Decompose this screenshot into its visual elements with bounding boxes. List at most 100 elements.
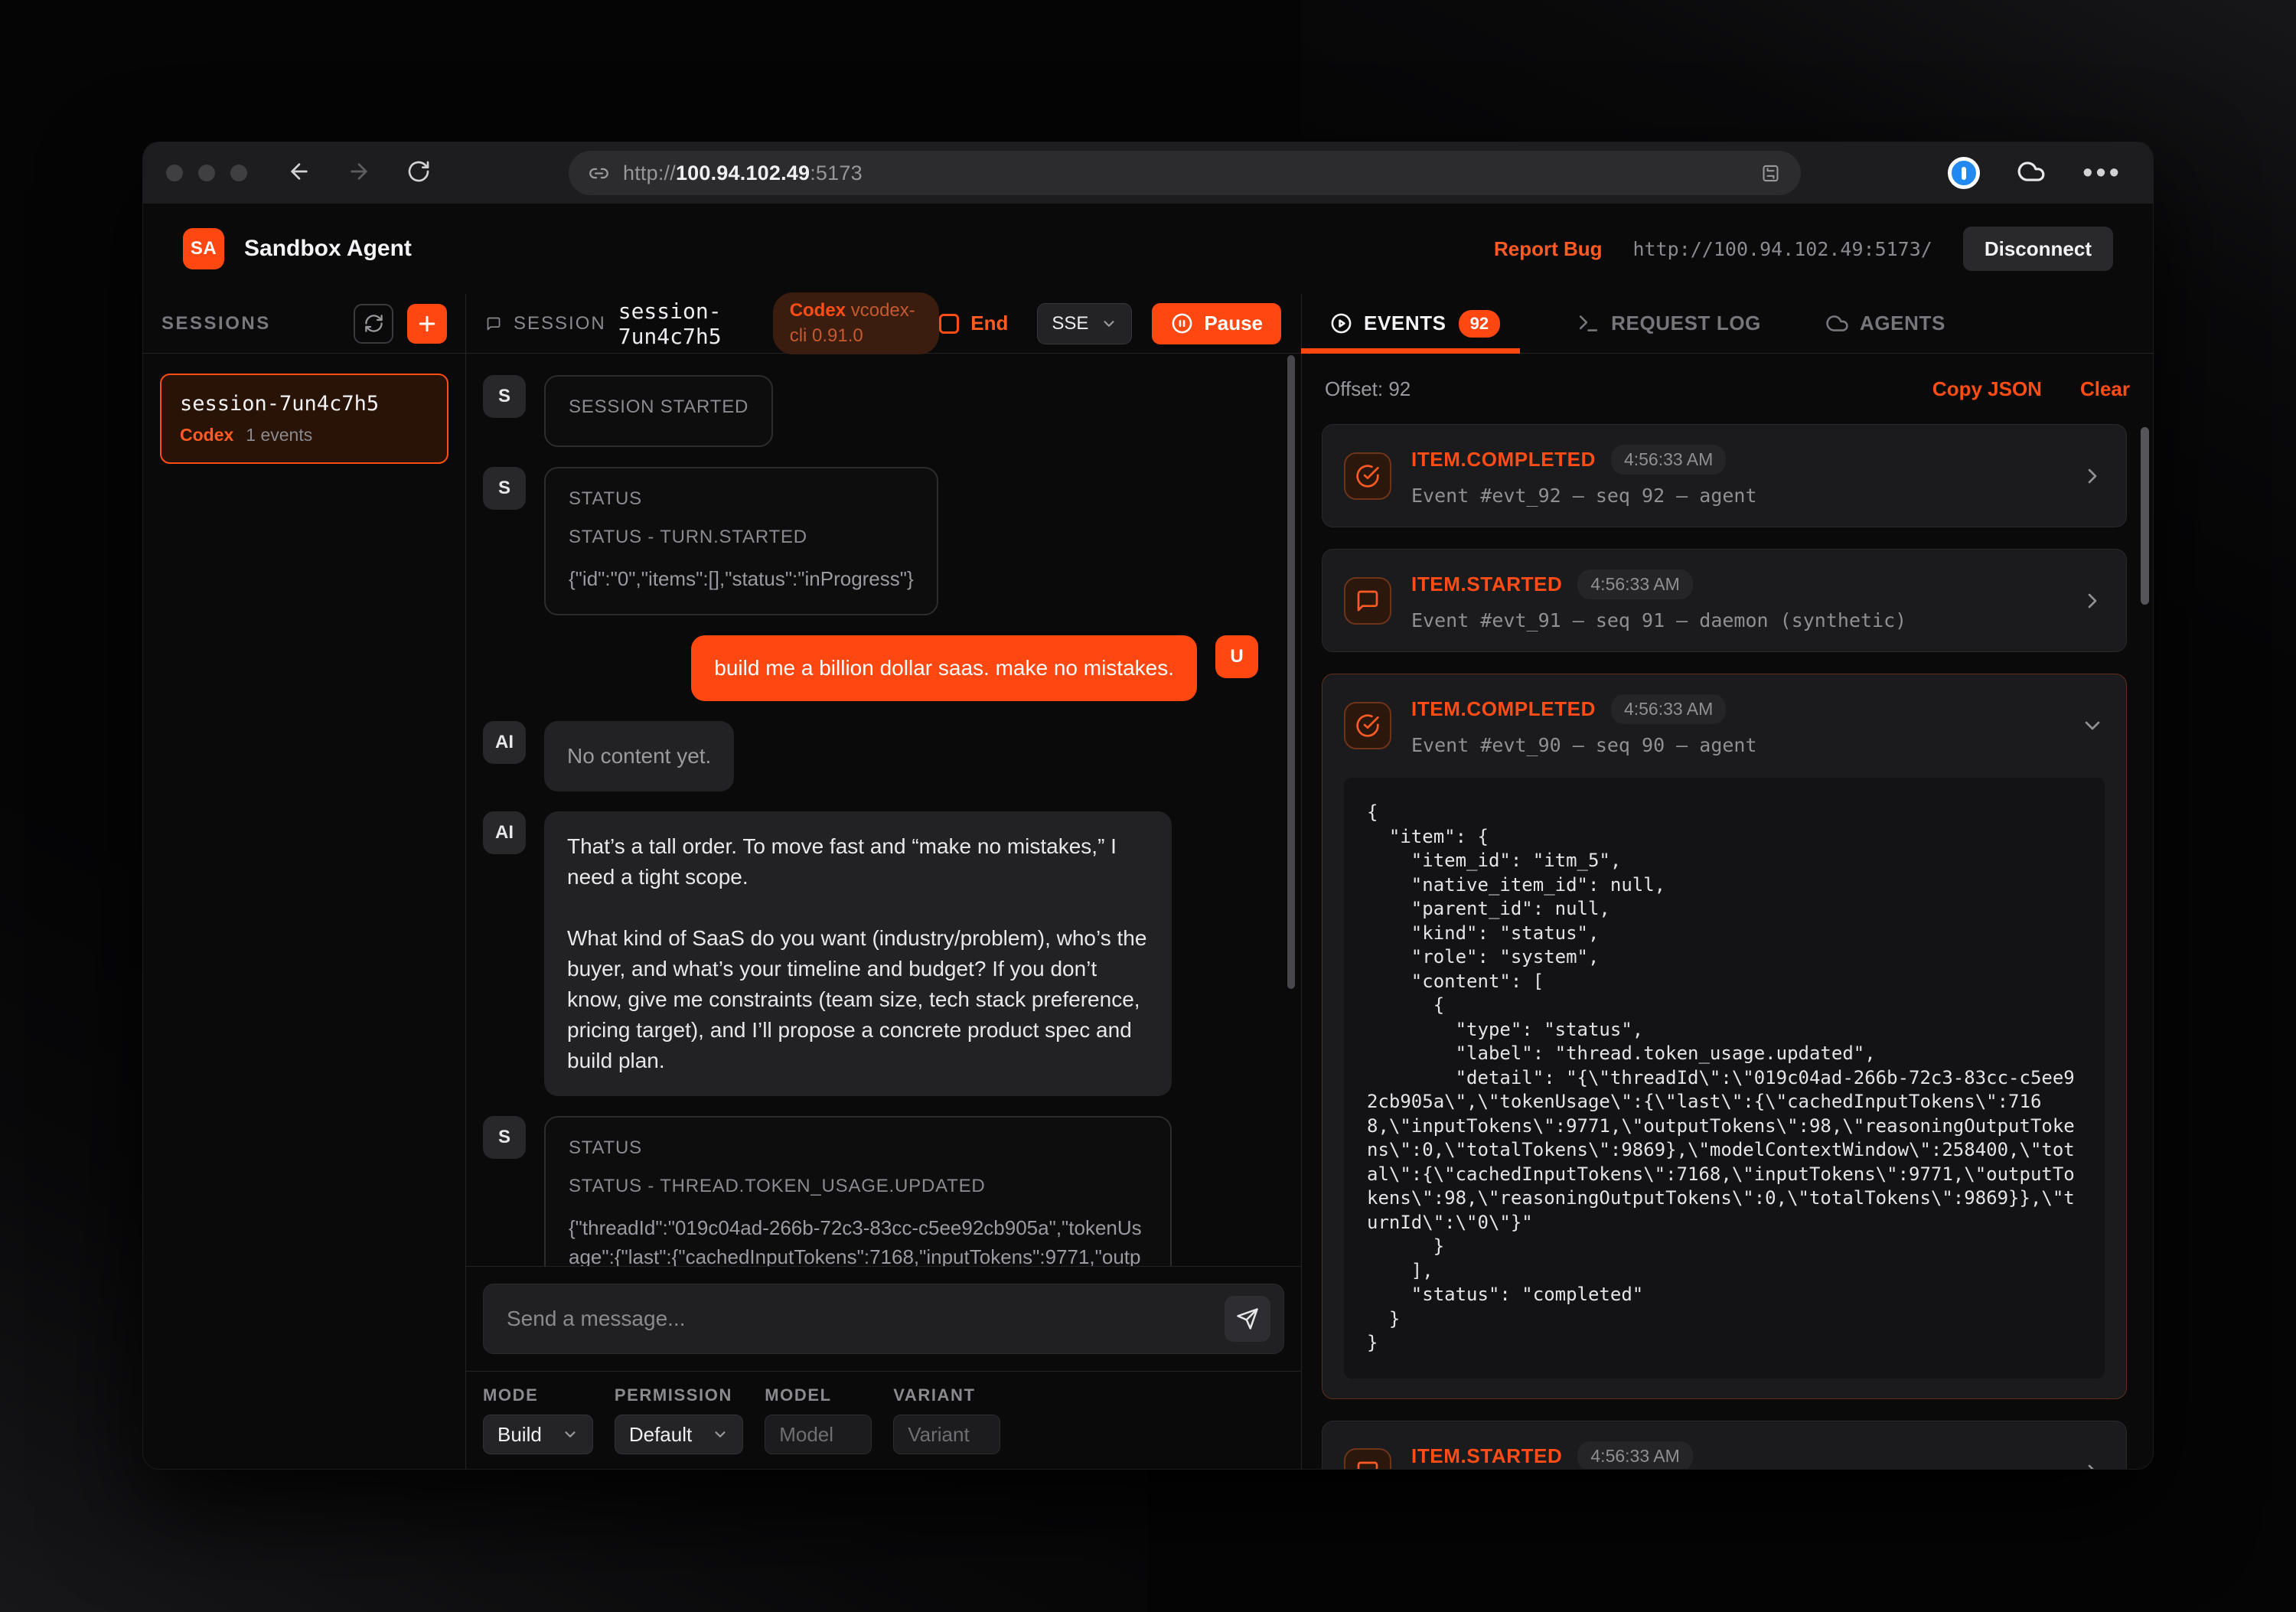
- transport-select[interactable]: SSE: [1037, 303, 1132, 344]
- mode-label: MODE: [483, 1385, 593, 1405]
- copy-json-button[interactable]: Copy JSON: [1932, 377, 2042, 401]
- message-input[interactable]: [483, 1284, 1284, 1354]
- end-toggle[interactable]: End: [939, 312, 1008, 335]
- chevron-right-icon[interactable]: [2071, 464, 2105, 488]
- chevron-right-icon[interactable]: [2071, 589, 2105, 613]
- assistant-bubble: No content yet.: [544, 721, 734, 791]
- chevron-down-icon[interactable]: [2071, 713, 2105, 738]
- chat-message-user: build me a billion dollar saas. make no …: [483, 635, 1258, 701]
- session-item-name: session-7un4c7h5: [180, 392, 429, 416]
- assistant-bubble: That’s a tall order. To move fast and “m…: [544, 811, 1172, 1096]
- close-window-button[interactable]: [166, 165, 183, 181]
- event-card[interactable]: ITEM.STARTED 4:56:33 AM Event #evt_91 — …: [1322, 549, 2127, 652]
- session-icon: [486, 312, 501, 335]
- model-input[interactable]: [765, 1415, 872, 1454]
- end-checkbox[interactable]: [939, 314, 959, 334]
- event-time: 4:56:33 AM: [1577, 569, 1692, 599]
- browser-menu-icon[interactable]: •••: [2082, 165, 2122, 181]
- back-icon[interactable]: [287, 159, 311, 188]
- refresh-sessions-button[interactable]: [354, 304, 393, 344]
- send-icon: [1236, 1307, 1259, 1330]
- event-time: 4:56:33 AM: [1611, 445, 1726, 475]
- new-session-button[interactable]: [407, 304, 447, 344]
- chat-message-system: S SESSION STARTED: [483, 375, 1258, 447]
- events-scrollbar[interactable]: [2141, 427, 2149, 605]
- maximize-window-button[interactable]: [230, 165, 247, 181]
- reader-panel-icon[interactable]: [1760, 163, 1781, 184]
- forward-icon[interactable]: [347, 159, 371, 188]
- window-controls[interactable]: [166, 165, 247, 181]
- chat-message-assistant: AI That’s a tall order. To move fast and…: [483, 811, 1258, 1096]
- events-header: Offset: 92 Copy JSON Clear: [1302, 354, 2153, 424]
- user-bubble: build me a billion dollar saas. make no …: [691, 635, 1197, 701]
- cloud-icon: [1825, 312, 1849, 335]
- event-title: ITEM.STARTED: [1411, 1444, 1562, 1468]
- password-manager-icon[interactable]: [1948, 157, 1980, 189]
- clear-button[interactable]: Clear: [2080, 377, 2130, 401]
- pause-button[interactable]: Pause: [1152, 303, 1281, 344]
- session-toolbar: SESSION session-7un4c7h5 Codex vcodex-cl…: [466, 294, 1302, 353]
- event-time: 4:56:33 AM: [1577, 1441, 1692, 1470]
- browser-chrome: http://100.94.102.49:5173 •••: [143, 142, 2153, 204]
- link-icon: [589, 163, 609, 184]
- session-list-item[interactable]: session-7un4c7h5 Codex 1 events: [160, 374, 448, 464]
- browser-window: http://100.94.102.49:5173 ••• SA Sandbox…: [142, 142, 2154, 1470]
- brand: SA Sandbox Agent: [183, 228, 412, 269]
- end-label: End: [970, 312, 1008, 335]
- event-time: 4:56:33 AM: [1611, 694, 1726, 724]
- message-square-icon: [1344, 577, 1391, 625]
- model-label: MODEL: [765, 1385, 872, 1405]
- chat-message-system: S STATUS STATUS - TURN.STARTED {"id":"0"…: [483, 467, 1258, 615]
- offset-label: Offset: 92: [1325, 377, 1411, 401]
- chevron-right-icon[interactable]: [2071, 1460, 2105, 1469]
- system-bubble: STATUS STATUS - THREAD.TOKEN_USAGE.UPDAT…: [544, 1116, 1172, 1266]
- chat-messages: S SESSION STARTED S STATUS STATUS - TURN…: [466, 354, 1301, 1266]
- sessions-title: SESSIONS: [161, 313, 271, 334]
- event-card-expanded[interactable]: ITEM.COMPLETED 4:56:33 AM Event #evt_90 …: [1322, 674, 2127, 1399]
- page-title: Sandbox Agent: [244, 236, 412, 262]
- mode-select[interactable]: Build: [483, 1415, 593, 1454]
- session-label: SESSION: [514, 313, 606, 334]
- tab-agents[interactable]: AGENTS: [1818, 294, 1953, 353]
- send-button[interactable]: [1225, 1296, 1270, 1342]
- check-circle-icon: [1344, 702, 1391, 749]
- variant-input[interactable]: [893, 1415, 1000, 1454]
- event-card[interactable]: ITEM.COMPLETED 4:56:33 AM Event #evt_92 …: [1322, 424, 2127, 527]
- terminal-icon: [1577, 312, 1600, 335]
- app-header: SA Sandbox Agent Report Bug http://100.9…: [143, 204, 2153, 294]
- chat-message-system: S STATUS STATUS - THREAD.TOKEN_USAGE.UPD…: [483, 1116, 1258, 1266]
- check-circle-icon: [1344, 452, 1391, 500]
- reload-icon[interactable]: [406, 159, 431, 188]
- tab-request-log[interactable]: REQUEST LOG: [1569, 294, 1769, 353]
- event-payload-json: { "item": { "item_id": "itm_5", "native_…: [1344, 778, 2105, 1379]
- system-bubble: SESSION STARTED: [544, 375, 773, 447]
- avatar: U: [1215, 635, 1258, 678]
- tab-events[interactable]: EVENTS 92: [1302, 294, 1520, 353]
- event-meta: Event #evt_92 — seq 92 — agent: [1411, 485, 2051, 507]
- chat-scrollbar[interactable]: [1287, 355, 1295, 989]
- avatar: S: [483, 467, 526, 510]
- report-bug-link[interactable]: Report Bug: [1494, 237, 1603, 261]
- message-square-icon: [1344, 1448, 1391, 1469]
- event-title: ITEM.STARTED: [1411, 573, 1562, 596]
- composer: [466, 1266, 1301, 1371]
- panel-tabs: EVENTS 92 REQUEST LOG AGENTS: [1302, 294, 2153, 353]
- server-url: http://100.94.102.49:5173/: [1633, 238, 1932, 260]
- avatar: AI: [483, 811, 526, 854]
- avatar: S: [483, 375, 526, 418]
- session-item-count: 1 events: [246, 425, 312, 445]
- events-panel: Offset: 92 Copy JSON Clear ITEM.COMPLETE…: [1302, 354, 2153, 1469]
- variant-label: VARIANT: [893, 1385, 1000, 1405]
- minimize-window-button[interactable]: [198, 165, 215, 181]
- event-card[interactable]: ITEM.STARTED 4:56:33 AM Event #evt_89 — …: [1322, 1421, 2127, 1470]
- disconnect-button[interactable]: Disconnect: [1963, 227, 2113, 271]
- chat-message-assistant: AI No content yet.: [483, 721, 1258, 791]
- permission-select[interactable]: Default: [615, 1415, 743, 1454]
- permission-label: PERMISSION: [615, 1385, 743, 1405]
- event-meta: Event #evt_90 — seq 90 — agent: [1411, 734, 2051, 756]
- avatar: AI: [483, 721, 526, 764]
- cloud-icon[interactable]: [2017, 157, 2046, 190]
- event-title: ITEM.COMPLETED: [1411, 448, 1596, 472]
- sessions-toolbar: SESSIONS: [143, 294, 466, 353]
- address-bar[interactable]: http://100.94.102.49:5173: [569, 151, 1801, 195]
